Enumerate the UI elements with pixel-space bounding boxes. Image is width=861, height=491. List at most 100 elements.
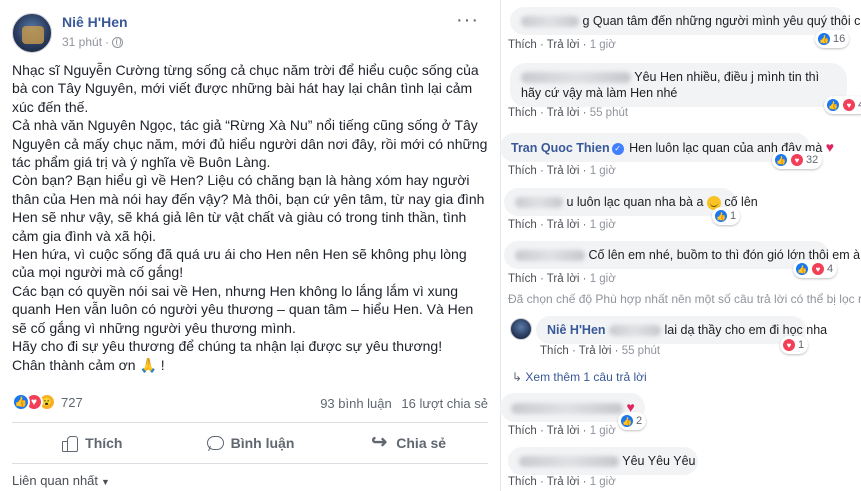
- divider: [12, 422, 488, 423]
- comment-time[interactable]: 1 giờ: [590, 425, 616, 437]
- comment-button[interactable]: Bình luận: [171, 424, 330, 462]
- comment-actions: Thích · Trả lời · 1 giờ: [508, 165, 616, 177]
- divider: [12, 463, 488, 464]
- comment-like-link[interactable]: Thích: [508, 425, 537, 437]
- like-reaction-icon: 👍: [620, 414, 634, 428]
- blurred-name: [515, 197, 563, 209]
- comment-bubble: g Quan tâm đến những người mình yêu quý …: [510, 7, 861, 35]
- comment-thread: g Quan tâm đến những người mình yêu quý …: [500, 0, 861, 491]
- comment-reply-link[interactable]: Trả lời: [547, 476, 580, 488]
- comment-time[interactable]: 1 giờ: [590, 273, 616, 285]
- post-paragraph: Nhạc sĩ Nguyễn Cường từng sống cả chục n…: [12, 62, 479, 115]
- comment-bubble: Cố lên em nhé, buồm to thì đón gió lớn t…: [504, 241, 860, 269]
- comment-time[interactable]: 1 giờ: [590, 165, 616, 177]
- comment-bubble: Yêu Yêu Yêu: [508, 447, 698, 475]
- comment-reply-link[interactable]: Trả lời: [547, 165, 580, 177]
- blurred-name: [521, 72, 631, 84]
- post-paragraph: Các bạn có quyền nói sai về Hen, nhưng H…: [12, 282, 474, 336]
- comment-reactions[interactable]: 👍 2: [618, 412, 647, 430]
- comment-reactions[interactable]: 👍 ♥ 4: [824, 96, 861, 114]
- comment-bubble: u luôn lạc quan nha bà a cố lên: [504, 188, 758, 216]
- verified-badge-icon: ✓: [611, 142, 624, 155]
- shares-count-link[interactable]: 16 lượt chia sẻ: [401, 396, 488, 411]
- reaction-count: 1: [798, 339, 805, 351]
- view-more-replies-link[interactable]: ↳ Xem thêm 1 câu trả lời: [512, 370, 647, 384]
- like-button[interactable]: Thích: [12, 424, 171, 462]
- share-button[interactable]: Chia sẻ: [329, 424, 488, 462]
- love-reaction-icon: ♥: [811, 262, 825, 276]
- comment-actions: Thích · Trả lời · 1 giờ: [508, 219, 616, 231]
- post-paragraph: Hãy cho đi sự yêu thương để chúng ta nhậ…: [12, 338, 443, 355]
- thumbs-up-icon: [60, 434, 79, 452]
- comment-actions: Thích · Trả lời · 55 phút: [508, 107, 629, 119]
- comment-like-link[interactable]: Thích: [508, 273, 537, 285]
- post-paragraph: Cả nhà văn Nguyên Ngọc, tác giả “Rừng Xà…: [12, 117, 488, 171]
- reaction-summary[interactable]: 👍 ♥ 😮 727: [12, 393, 83, 411]
- post-timestamp[interactable]: 31 phút: [62, 35, 102, 49]
- like-reaction-icon: 👍: [774, 153, 788, 167]
- comment-reactions[interactable]: 👍 ♥ 32: [772, 151, 823, 169]
- comment-reply-link[interactable]: Trả lời: [547, 107, 580, 119]
- comment-like-link[interactable]: Thích: [508, 165, 537, 177]
- like-label: Thích: [85, 435, 123, 451]
- post-author-name[interactable]: Niê H'Hen: [62, 14, 128, 30]
- post-paragraph: Hen hứa, vì cuộc sống đã quá ưu ái cho H…: [12, 246, 467, 281]
- love-reaction-icon: ♥: [842, 98, 856, 112]
- like-reaction-icon: 👍: [714, 209, 728, 223]
- comment-actions: Thích · Trả lời · 1 giờ: [508, 273, 616, 285]
- comment-reply-link[interactable]: Trả lời: [547, 425, 580, 437]
- comment-reactions[interactable]: 👍 ♥ 4: [793, 260, 838, 278]
- comment-time[interactable]: 55 phút: [590, 107, 628, 119]
- heart-emoji-icon: ♥: [825, 139, 835, 155]
- more-replies-label: Xem thêm 1 câu trả lời: [525, 370, 647, 384]
- comment-actions: Thích · Trả lời · 1 giờ: [508, 39, 616, 51]
- comment-reply-link[interactable]: Trả lời: [547, 219, 580, 231]
- filter-notice: Đã chọn chế độ Phù hợp nhất nên một số c…: [508, 292, 861, 306]
- comment-time[interactable]: 1 giờ: [590, 39, 616, 51]
- comment-reply-link[interactable]: Trả lời: [579, 345, 612, 357]
- share-arrow-icon: [371, 431, 389, 454]
- comment-label: Bình luận: [230, 435, 295, 451]
- love-reaction-icon: ♥: [790, 153, 804, 167]
- comment-bubble: Tran Quoc Thien ✓ Hen luôn lạc quan của a…: [500, 133, 834, 162]
- post-meta: 31 phút ·: [62, 35, 124, 49]
- more-options-icon[interactable]: ···: [456, 10, 479, 30]
- comment-actions: Thích · Trả lời · 1 giờ: [508, 476, 616, 488]
- blurred-name: [521, 16, 579, 28]
- comment-actions: Thích · Trả lời · 1 giờ: [508, 425, 616, 437]
- comment-reply-link[interactable]: Trả lời: [547, 273, 580, 285]
- like-reaction-icon: 👍: [826, 98, 840, 112]
- blurred-name: [511, 403, 623, 415]
- blurred-name: [515, 250, 585, 262]
- post-body: Nhạc sĩ Nguyễn Cường từng sống cả chục n…: [12, 61, 488, 374]
- comment-like-link[interactable]: Thích: [508, 107, 537, 119]
- comment-time[interactable]: 1 giờ: [590, 219, 616, 231]
- reaction-count: 32: [806, 154, 819, 166]
- comment-like-link[interactable]: Thích: [508, 39, 537, 51]
- reply-avatar[interactable]: [510, 318, 532, 340]
- comment-like-link[interactable]: Thích: [540, 345, 569, 357]
- comment-text: Yêu Yêu Yêu: [622, 454, 696, 468]
- author-avatar[interactable]: [12, 13, 52, 53]
- comment-time[interactable]: 1 giờ: [590, 476, 616, 488]
- reply-bubble: Niê H'Hen lai dạ thầy cho em đi học nha: [536, 316, 827, 344]
- public-globe-icon: [112, 36, 124, 48]
- comment-like-link[interactable]: Thích: [508, 219, 537, 231]
- reply-arrow-icon: ↳: [512, 370, 523, 384]
- reaction-count: 4: [827, 263, 834, 275]
- commenter-name[interactable]: Niê H'Hen: [547, 323, 606, 337]
- comment-like-link[interactable]: Thích: [508, 476, 537, 488]
- comment-sort-dropdown[interactable]: Liên quan nhất ▼: [12, 473, 110, 488]
- reply-reactions[interactable]: ♥ 1: [780, 336, 809, 354]
- commenter-name[interactable]: Tran Quoc Thien: [511, 141, 610, 155]
- comment-reactions[interactable]: 👍 1: [712, 207, 741, 225]
- comment-reactions[interactable]: 👍 16: [815, 30, 850, 48]
- reply-actions: Thích · Trả lời · 55 phút: [540, 345, 661, 357]
- comment-time[interactable]: 55 phút: [622, 345, 660, 357]
- post-action-bar: Thích Bình luận Chia sẻ: [12, 424, 488, 462]
- comments-count-link[interactable]: 93 bình luận: [320, 396, 392, 411]
- reaction-count: 2: [636, 415, 643, 427]
- comment-text: u luôn lạc quan nha bà a: [566, 195, 704, 209]
- comment-reply-link[interactable]: Trả lời: [547, 39, 580, 51]
- post-paragraph: Còn bạn? Bạn hiểu gì về Hen? Liệu có chă…: [12, 172, 485, 244]
